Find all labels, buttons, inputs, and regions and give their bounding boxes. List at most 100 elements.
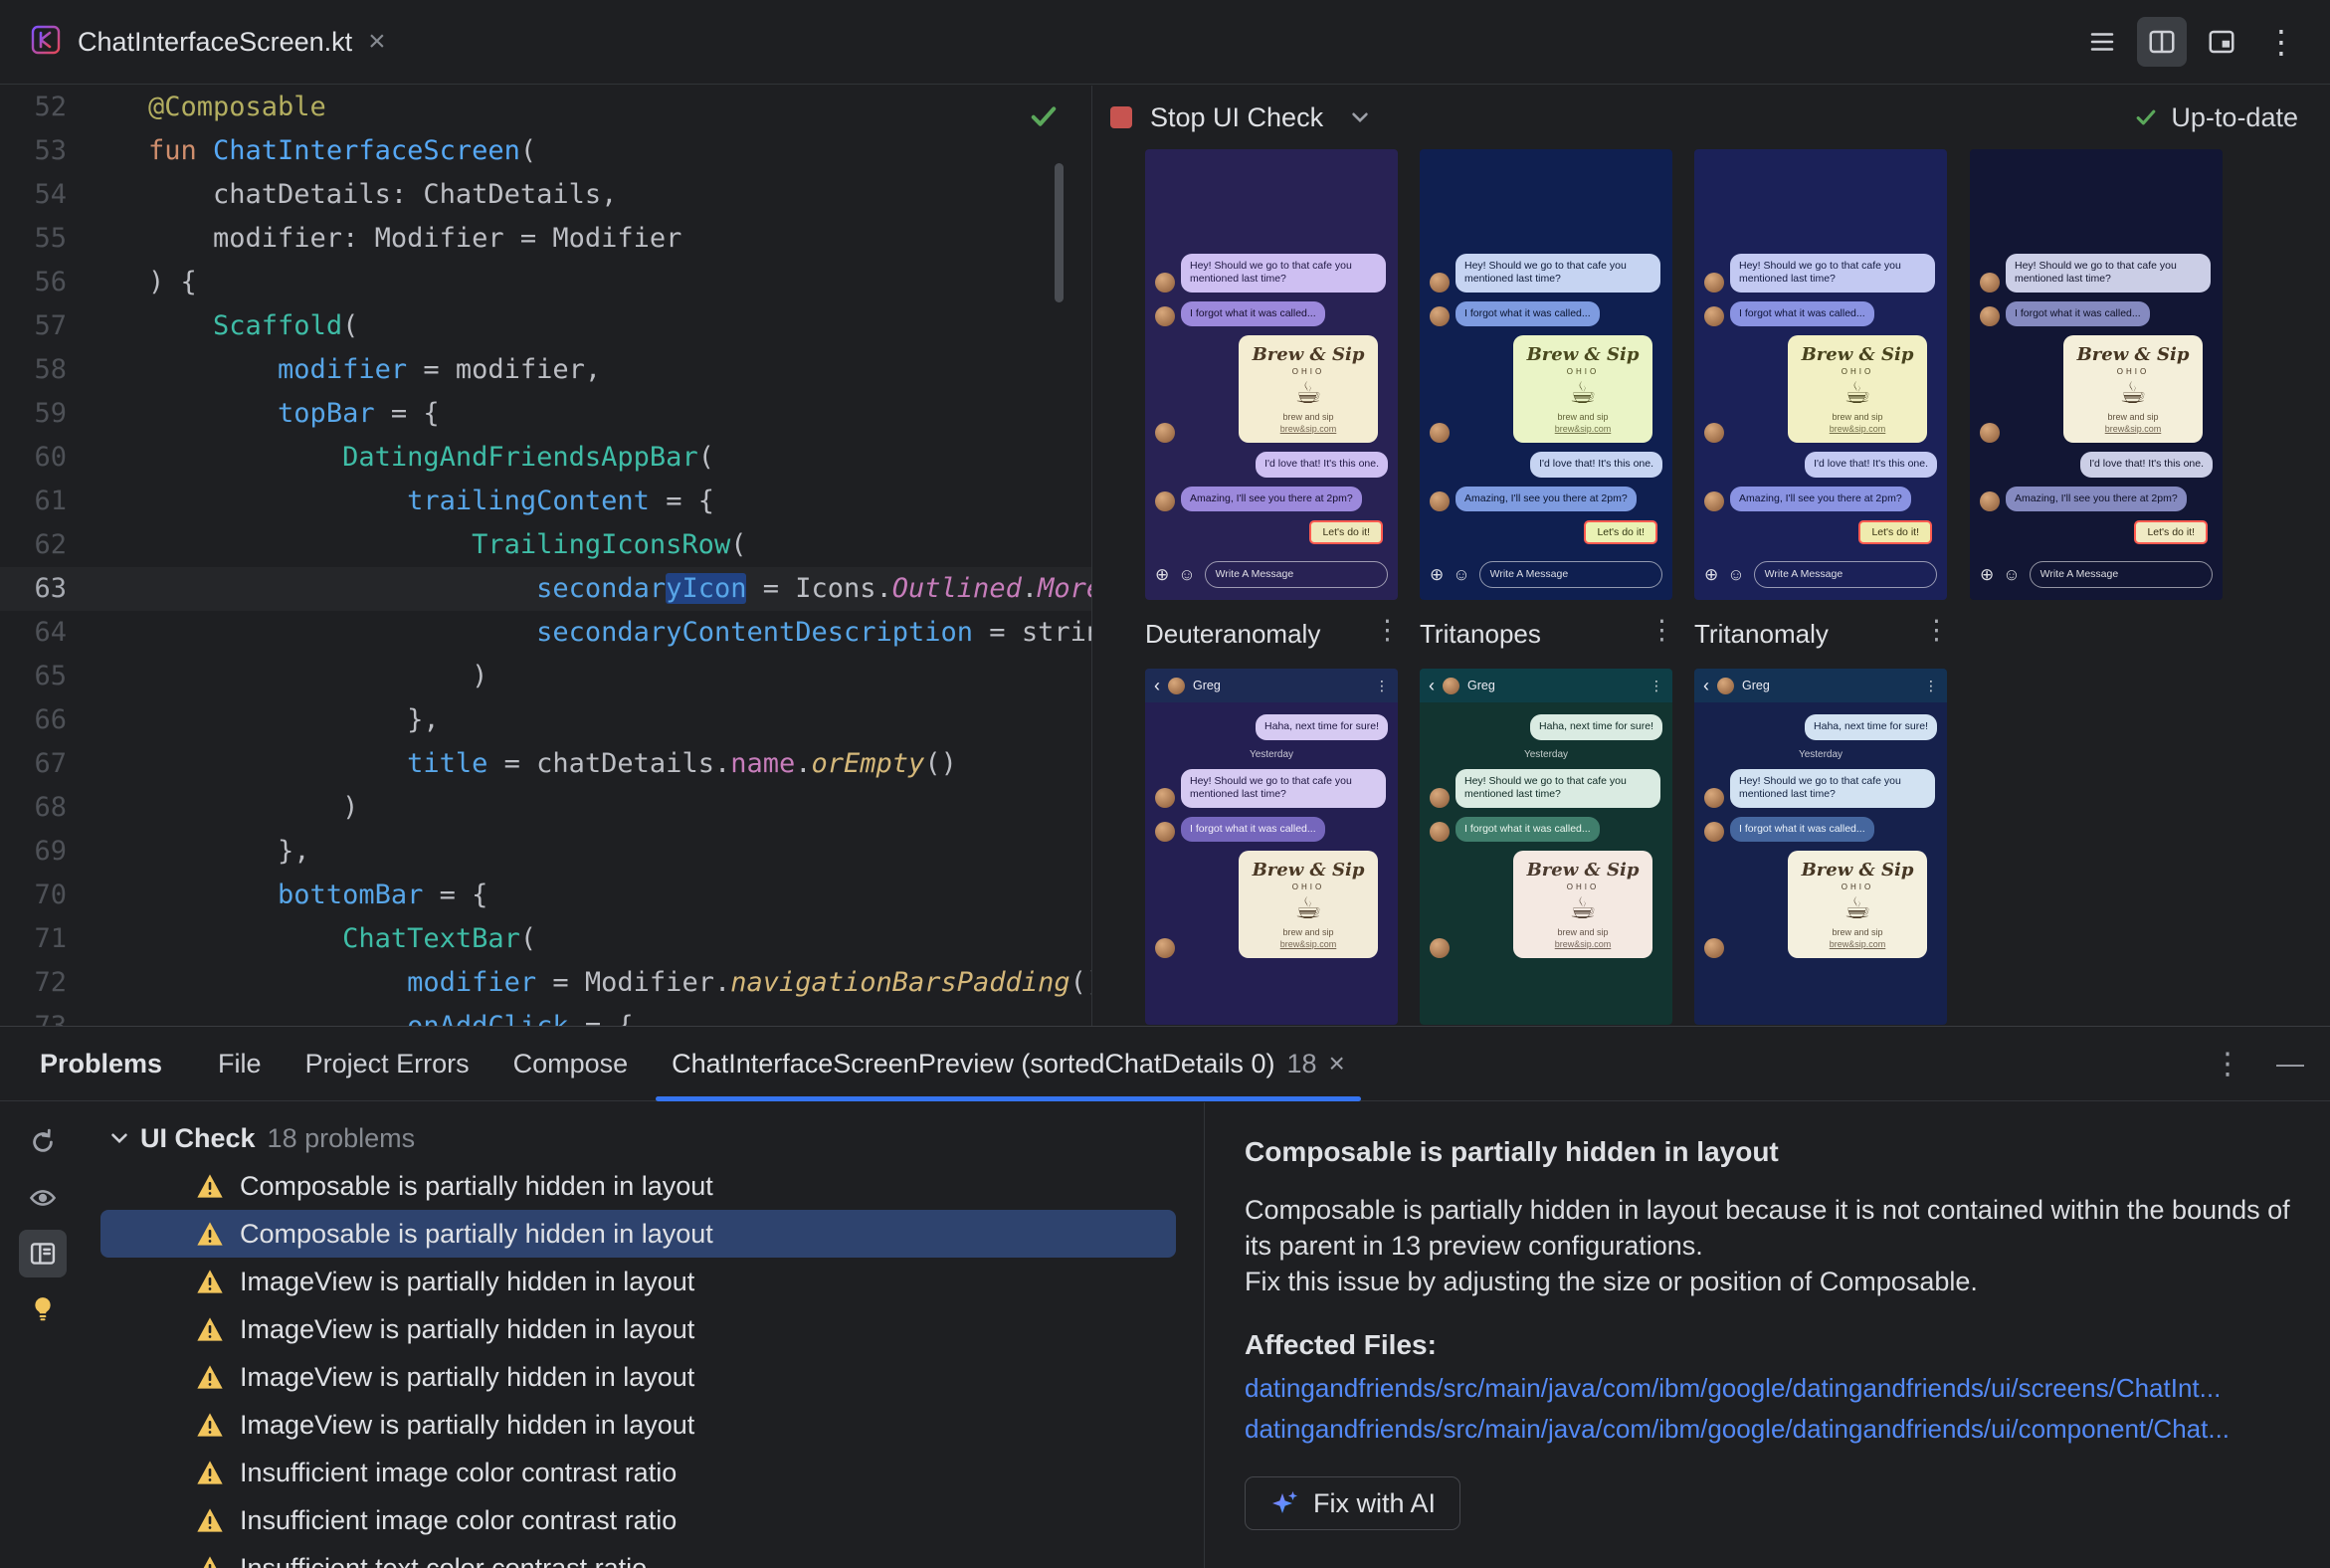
warning-icon xyxy=(196,1221,224,1247)
card-region: OHIO xyxy=(1291,882,1325,891)
chevron-expanded-icon[interactable] xyxy=(110,1132,128,1144)
line-number: 67 xyxy=(34,748,67,779)
preview-kebab-icon[interactable]: ⋮ xyxy=(1923,615,1950,646)
problems-tab[interactable]: File xyxy=(196,1027,284,1100)
back-icon[interactable]: ‹ xyxy=(1429,677,1435,694)
device-preview[interactable]: ‹ Greg ⋮ Haha, next time for sure! Yesterday… xyxy=(1420,669,1672,1025)
kebab-icon[interactable]: ⋮ xyxy=(1924,678,1938,694)
message-input[interactable]: Write A Message xyxy=(1478,560,1662,588)
code-line: 60 DatingAndFriendsAppBar( xyxy=(0,436,1091,480)
emoji-icon[interactable]: ☺ xyxy=(1453,566,1469,583)
code-lines[interactable]: 52 @Composable 53 fun ChatInterfaceScreen(5… xyxy=(0,86,1091,1026)
problem-item[interactable]: Composable is partially hidden in layout xyxy=(100,1210,1176,1258)
code-line: 72 modifier = Modifier.navigationBarsPad… xyxy=(0,961,1091,1005)
chat-appbar: ‹ Greg ⋮ xyxy=(1145,669,1398,702)
problem-item[interactable]: ImageView is partially hidden in layout xyxy=(100,1258,1176,1305)
inspections-ok-icon[interactable] xyxy=(1027,99,1061,140)
kotlin-file-icon xyxy=(30,24,62,61)
avatar xyxy=(1430,272,1450,293)
affected-file-link[interactable]: datingandfriends/src/main/java/com/ibm/g… xyxy=(1245,1371,2290,1406)
device-preview[interactable]: Hey! Should we go to that cafe you menti… xyxy=(1420,149,1672,600)
problem-item[interactable]: Insufficient image color contrast ratio xyxy=(100,1496,1176,1544)
problem-item[interactable]: ImageView is partially hidden in layout xyxy=(100,1305,1176,1353)
card-region: OHIO xyxy=(1566,882,1600,891)
device-preview[interactable]: Hey! Should we go to that cafe you menti… xyxy=(1145,149,1398,600)
panel-options-icon[interactable]: ⋮ xyxy=(2213,1047,2242,1081)
warning-icon xyxy=(196,1412,224,1438)
avatar xyxy=(1155,787,1175,808)
brewsip-card: Brew & Sip OHIO ☕ brew and sip brew&sip.com xyxy=(1513,851,1652,958)
device-preview[interactable]: ‹ Greg ⋮ Haha, next time for sure! Yesterday… xyxy=(1145,669,1398,1025)
message-row: Brew & Sip OHIO ☕ brew and sip brew&sip.com xyxy=(1430,335,1662,443)
warning-icon xyxy=(196,1173,224,1199)
avatar xyxy=(1168,677,1185,694)
more-options-icon[interactable]: ⋮ xyxy=(2256,17,2306,67)
problem-item[interactable]: Insufficient text color contrast ratio xyxy=(100,1544,1176,1568)
avatar xyxy=(1443,677,1459,694)
message-input[interactable]: Write A Message xyxy=(2029,560,2213,588)
editor-scrollbar[interactable] xyxy=(1055,163,1064,302)
message-input[interactable]: Write A Message xyxy=(1753,560,1937,588)
warning-icon xyxy=(196,1555,224,1568)
card-brand: Brew & Sip xyxy=(1526,860,1640,881)
close-tab-icon[interactable]: × xyxy=(1329,1048,1345,1079)
problem-item[interactable]: Composable is partially hidden in layout xyxy=(100,1162,1176,1210)
card-line1: brew and sip xyxy=(1557,412,1609,422)
add-attachment-icon[interactable]: ⊕ xyxy=(1155,566,1169,583)
details-view-icon[interactable] xyxy=(18,1230,67,1277)
problems-tab[interactable]: Compose xyxy=(491,1027,651,1100)
problems-tab[interactable]: Project Errors xyxy=(284,1027,491,1100)
problem-item[interactable]: ImageView is partially hidden in layout xyxy=(100,1401,1176,1449)
chat-messages: Hey! Should we go to that cafe you menti… xyxy=(1970,149,2223,556)
preview-kebab-icon[interactable]: ⋮ xyxy=(1649,615,1675,646)
chevron-down-icon[interactable] xyxy=(1351,111,1369,123)
problem-item[interactable]: Insufficient image color contrast ratio xyxy=(100,1449,1176,1496)
problem-item[interactable]: ImageView is partially hidden in layout xyxy=(100,1353,1176,1401)
preview-kebab-icon[interactable]: ⋮ xyxy=(1374,615,1401,646)
problems-tab[interactable]: ChatInterfaceScreenPreview (sortedChatDe… xyxy=(650,1027,1367,1101)
emoji-icon[interactable]: ☺ xyxy=(1727,566,1744,583)
add-attachment-icon[interactable]: ⊕ xyxy=(1980,566,1994,583)
chat-bubble: I forgot what it was called... xyxy=(1456,816,1600,842)
close-tab-icon[interactable]: × xyxy=(368,27,386,57)
message-input[interactable]: Write A Message xyxy=(1204,560,1388,588)
minimize-panel-icon[interactable]: — xyxy=(2276,1048,2304,1079)
fix-with-ai-button[interactable]: Fix with AI xyxy=(1245,1476,1461,1530)
back-icon[interactable]: ‹ xyxy=(1703,677,1709,694)
preview-layout-icon[interactable] xyxy=(2197,17,2246,67)
eye-icon[interactable] xyxy=(19,1174,67,1222)
structure-view-icon[interactable] xyxy=(2077,17,2127,67)
stop-ui-check-button[interactable]: Stop UI Check xyxy=(1110,102,1369,133)
card-line1: brew and sip xyxy=(1832,927,1883,937)
message-row: I forgot what it was called... xyxy=(1704,816,1937,842)
device-preview[interactable]: Hey! Should we go to that cafe you menti… xyxy=(1694,149,1947,600)
kebab-icon[interactable]: ⋮ xyxy=(1650,678,1663,694)
kebab-icon[interactable]: ⋮ xyxy=(1375,678,1389,694)
problem-item-label: ImageView is partially hidden in layout xyxy=(240,1361,695,1392)
brewsip-card: Brew & Sip OHIO ☕ brew and sip brew&sip.com xyxy=(1513,335,1652,443)
refresh-icon[interactable] xyxy=(19,1118,67,1166)
brewsip-card: Brew & Sip OHIO ☕ brew and sip brew&sip.com xyxy=(1788,851,1927,958)
chat-bubble: I forgot what it was called... xyxy=(1730,816,1874,842)
add-attachment-icon[interactable]: ⊕ xyxy=(1430,566,1444,583)
problems-group-header[interactable]: UI Check 18 problems xyxy=(85,1114,1204,1162)
card-link: brew&sip.com xyxy=(1554,939,1612,949)
editor-tab[interactable]: ChatInterfaceScreen.kt × xyxy=(24,0,400,84)
line-number: 52 xyxy=(34,92,67,122)
line-number: 64 xyxy=(34,617,67,648)
code-line: 57 Scaffold( xyxy=(0,304,1091,348)
emoji-icon[interactable]: ☺ xyxy=(2003,566,2020,583)
lightbulb-icon[interactable] xyxy=(19,1285,67,1333)
split-editor-icon[interactable] xyxy=(2137,17,2187,67)
message-row: I forgot what it was called... xyxy=(1155,300,1388,326)
device-preview[interactable]: Hey! Should we go to that cafe you menti… xyxy=(1970,149,2223,600)
add-attachment-icon[interactable]: ⊕ xyxy=(1704,566,1718,583)
code-line: 61 trailingContent = { xyxy=(0,480,1091,523)
device-preview[interactable]: ‹ Greg ⋮ Haha, next time for sure! Yesterday… xyxy=(1694,669,1947,1025)
coffee-cup-icon: ☕ xyxy=(1844,892,1871,925)
back-icon[interactable]: ‹ xyxy=(1154,677,1160,694)
message-row: Hey! Should we go to that cafe you menti… xyxy=(1430,768,1662,808)
affected-file-link[interactable]: datingandfriends/src/main/java/com/ibm/g… xyxy=(1245,1412,2290,1447)
message-row: Amazing, I'll see you there at 2pm? xyxy=(1430,486,1662,511)
emoji-icon[interactable]: ☺ xyxy=(1178,566,1195,583)
